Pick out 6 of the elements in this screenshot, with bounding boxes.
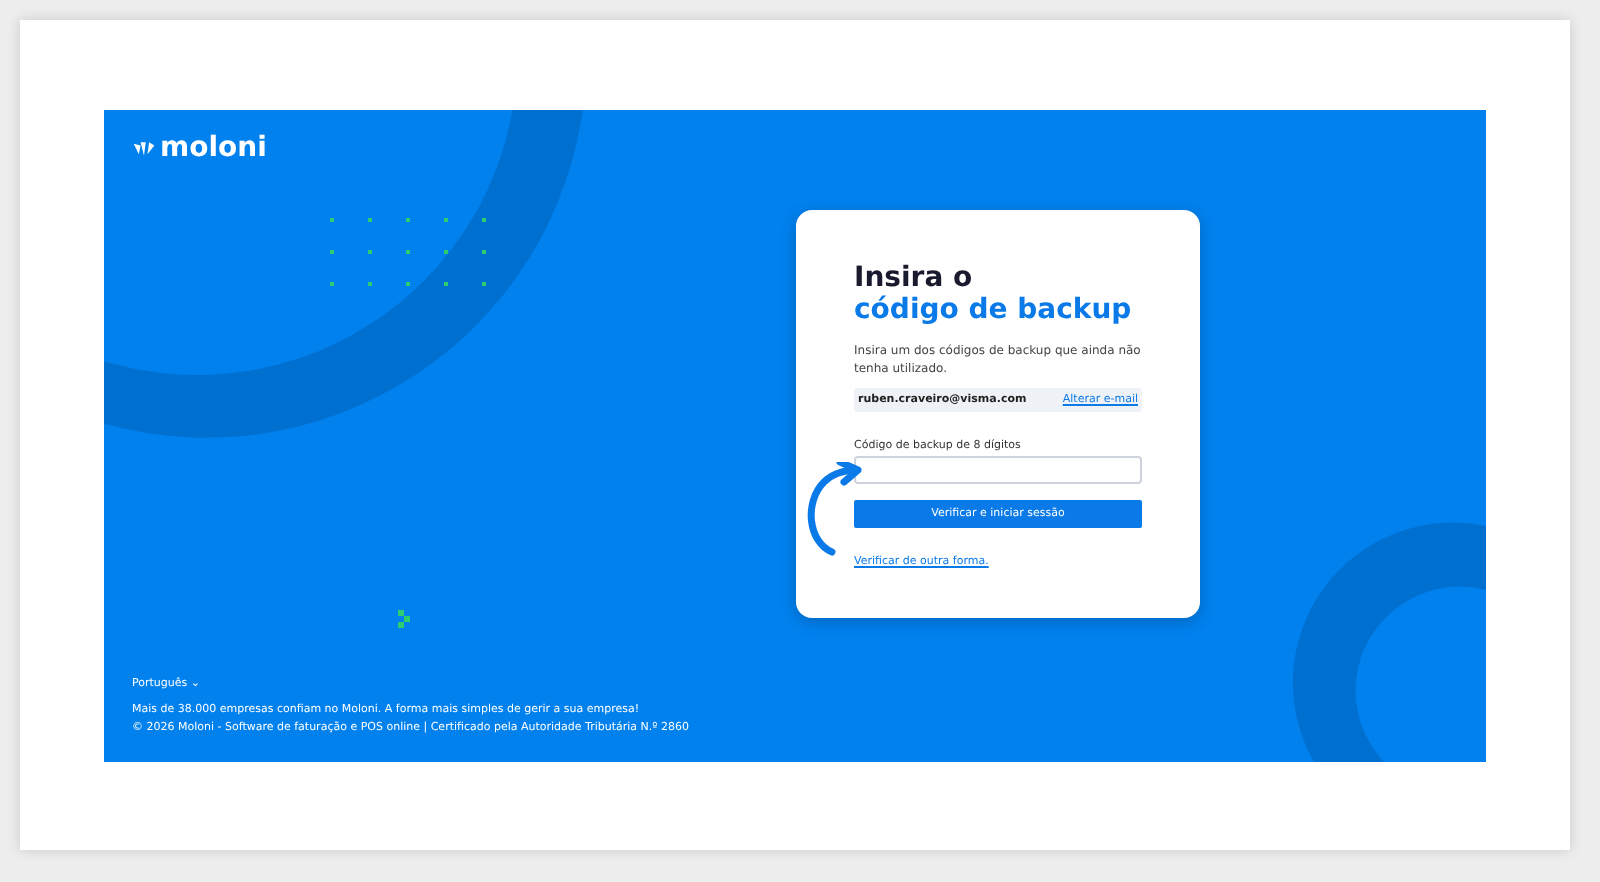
logo-icon [132,139,156,157]
card-title: Insira o código de backup [854,262,1132,326]
logo-text: moloni [160,134,267,162]
pixel-mark-drawing [398,610,410,628]
curved-arrow-icon [804,462,864,558]
backup-code-field[interactable] [854,456,1142,484]
